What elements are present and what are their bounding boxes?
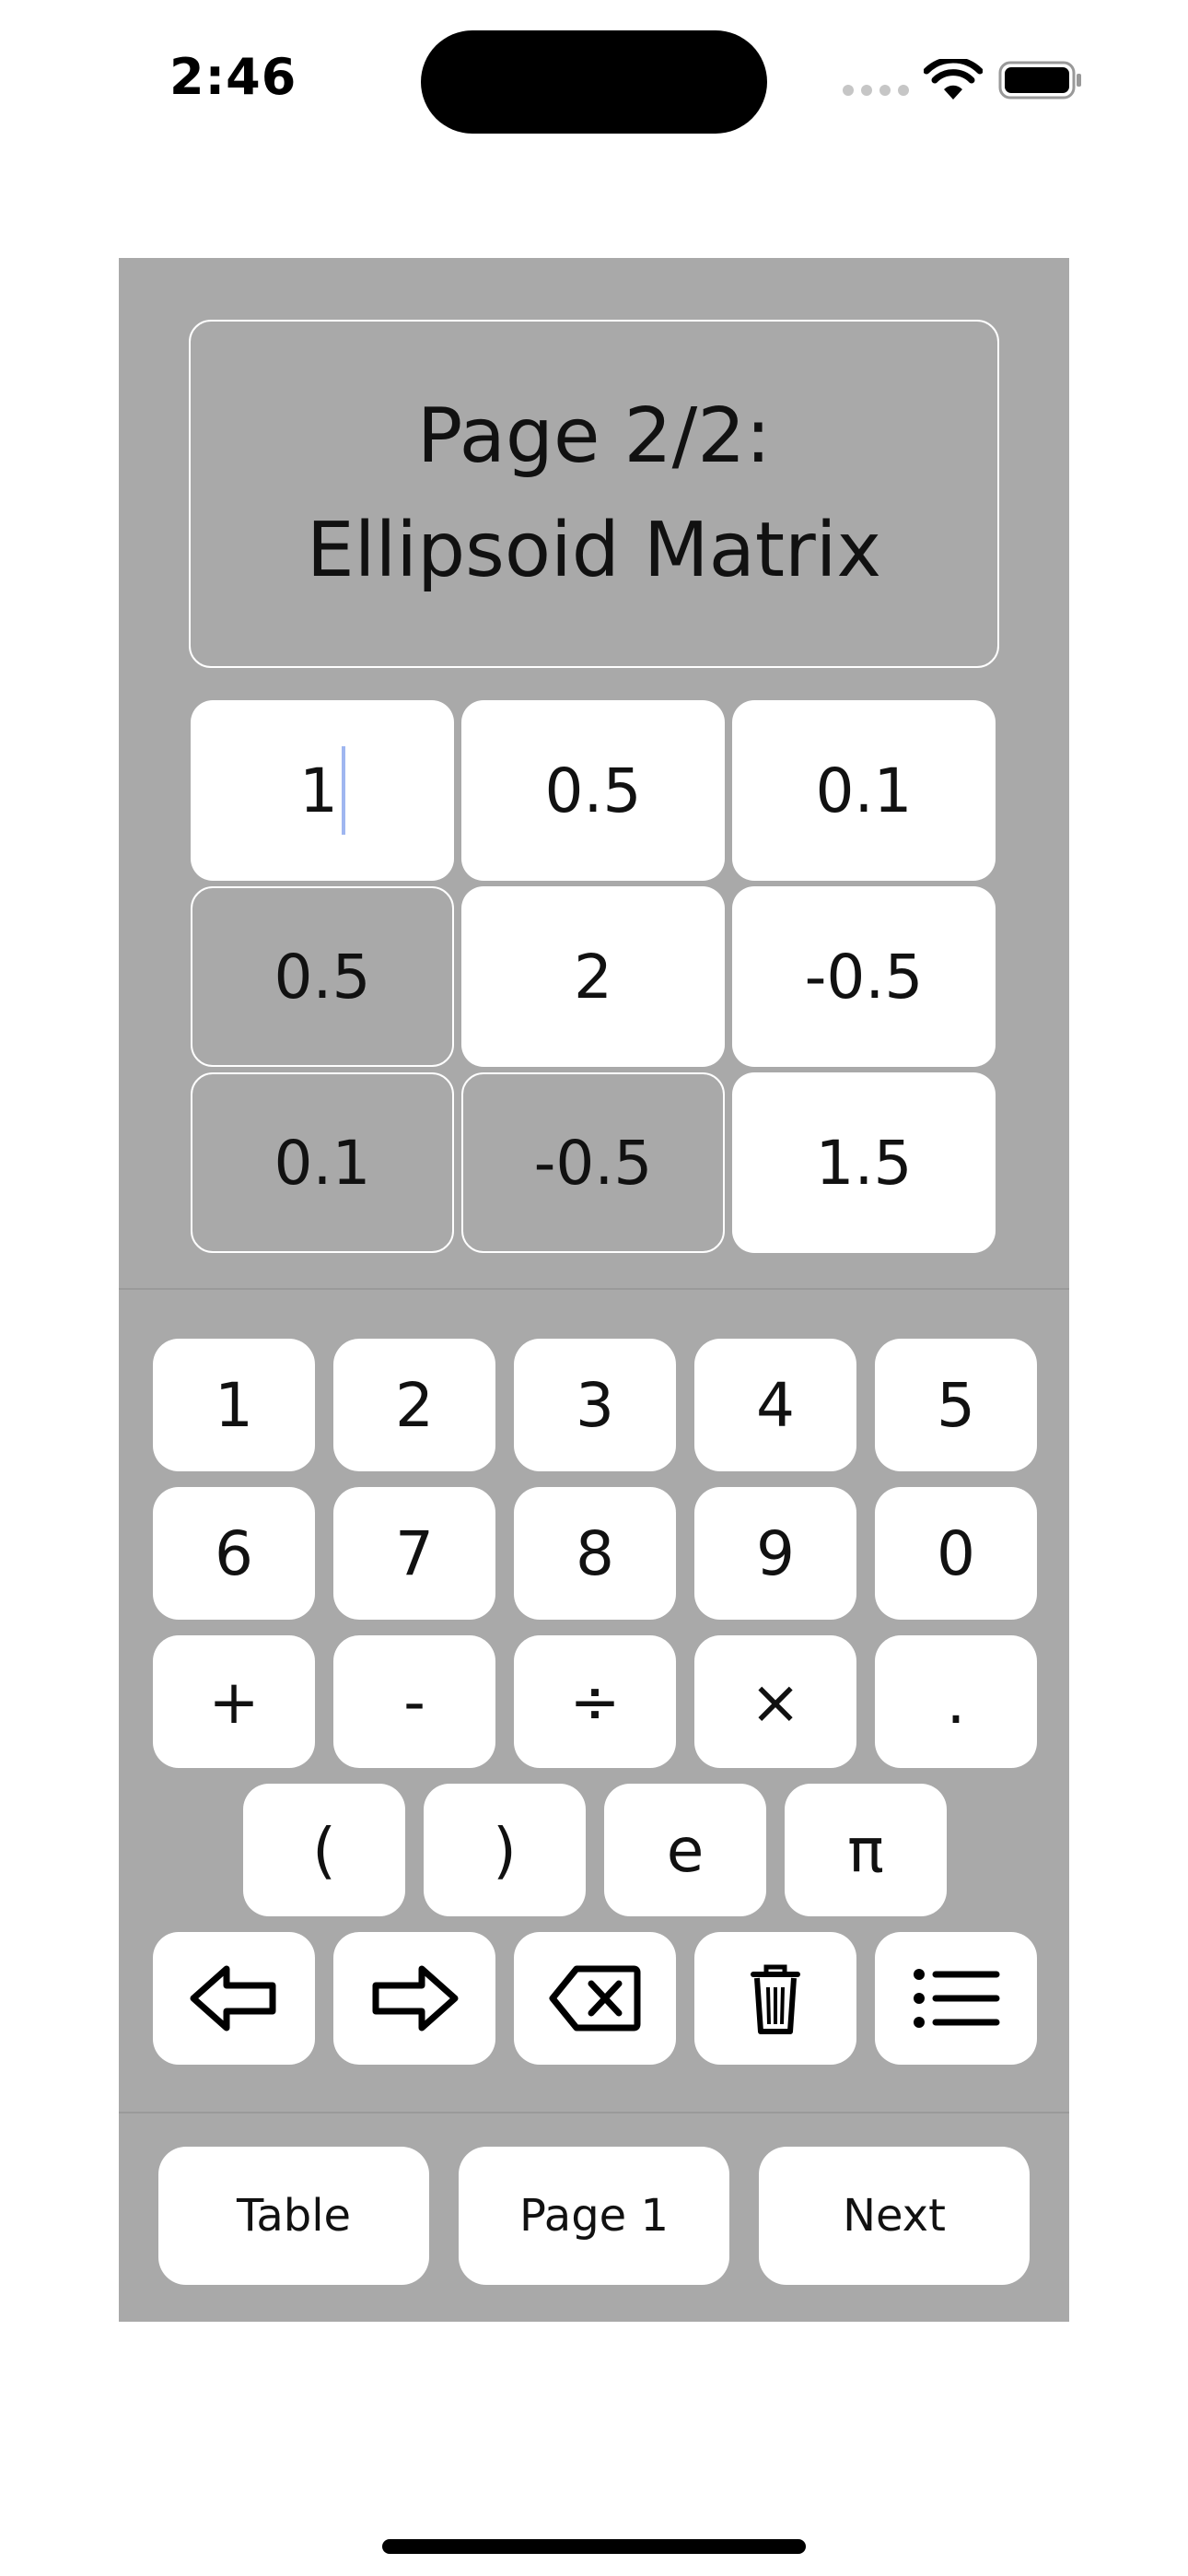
key-2[interactable]: 2 — [333, 1339, 495, 1471]
key-9[interactable]: 9 — [694, 1487, 856, 1620]
matrix-cell-1-1[interactable]: 1 — [191, 700, 454, 881]
key-divide[interactable]: ÷ — [514, 1635, 676, 1768]
screen: 2:46 Page 2/2: Ellipsoid Matrix 1 0.5 0.… — [0, 0, 1188, 2576]
key-close-paren[interactable]: ) — [424, 1784, 586, 1916]
key-1[interactable]: 1 — [153, 1339, 315, 1471]
table-button[interactable]: Table — [158, 2147, 429, 2285]
keypad-divider-top — [119, 1288, 1069, 1290]
key-6[interactable]: 6 — [153, 1487, 315, 1620]
key-plus[interactable]: + — [153, 1635, 315, 1768]
calculator-panel: Page 2/2: Ellipsoid Matrix 1 0.5 0.1 0.5… — [119, 258, 1069, 2322]
arrow-right-icon — [372, 1965, 459, 2032]
list-icon — [914, 1969, 1000, 2028]
page-title: Page 2/2: Ellipsoid Matrix — [189, 320, 999, 668]
key-0[interactable]: 0 — [875, 1487, 1037, 1620]
backspace-button[interactable] — [514, 1932, 676, 2065]
menu-button[interactable] — [875, 1932, 1037, 2065]
matrix-cell-3-2: -0.5 — [461, 1072, 725, 1253]
backspace-icon — [549, 1965, 641, 2032]
move-left-button[interactable] — [153, 1932, 315, 2065]
page-title-line1: Page 2/2: — [416, 392, 772, 480]
key-e[interactable]: e — [604, 1784, 766, 1916]
battery-icon — [998, 61, 1081, 100]
matrix-cell-3-3[interactable]: 1.5 — [732, 1072, 996, 1253]
key-multiply[interactable]: × — [694, 1635, 856, 1768]
wifi-icon — [924, 59, 983, 100]
cellular-signal-icon — [843, 85, 909, 96]
matrix-cell-value: 1 — [299, 755, 338, 826]
key-decimal[interactable]: . — [875, 1635, 1037, 1768]
key-8[interactable]: 8 — [514, 1487, 676, 1620]
key-4[interactable]: 4 — [694, 1339, 856, 1471]
key-pi[interactable]: π — [785, 1784, 947, 1916]
keypad-divider-bottom — [119, 2112, 1069, 2113]
key-7[interactable]: 7 — [333, 1487, 495, 1620]
matrix-cell-3-1: 0.1 — [191, 1072, 454, 1253]
page-title-line2: Ellipsoid Matrix — [306, 507, 882, 594]
page1-button[interactable]: Page 1 — [459, 2147, 729, 2285]
matrix-cell-2-3[interactable]: -0.5 — [732, 886, 996, 1067]
key-5[interactable]: 5 — [875, 1339, 1037, 1471]
arrow-left-icon — [190, 1965, 276, 2032]
matrix-cell-1-3[interactable]: 0.1 — [732, 700, 996, 881]
home-indicator[interactable] — [382, 2539, 806, 2554]
key-minus[interactable]: - — [333, 1635, 495, 1768]
key-open-paren[interactable]: ( — [243, 1784, 405, 1916]
dynamic-island — [421, 30, 767, 134]
matrix-cell-2-1: 0.5 — [191, 886, 454, 1067]
matrix-cell-1-2[interactable]: 0.5 — [461, 700, 725, 881]
next-button[interactable]: Next — [759, 2147, 1030, 2285]
move-right-button[interactable] — [333, 1932, 495, 2065]
status-time: 2:46 — [169, 48, 297, 106]
trash-icon — [751, 1964, 800, 2034]
text-cursor — [342, 746, 345, 835]
key-3[interactable]: 3 — [514, 1339, 676, 1471]
matrix-cell-2-2[interactable]: 2 — [461, 886, 725, 1067]
clear-button[interactable] — [694, 1932, 856, 2065]
